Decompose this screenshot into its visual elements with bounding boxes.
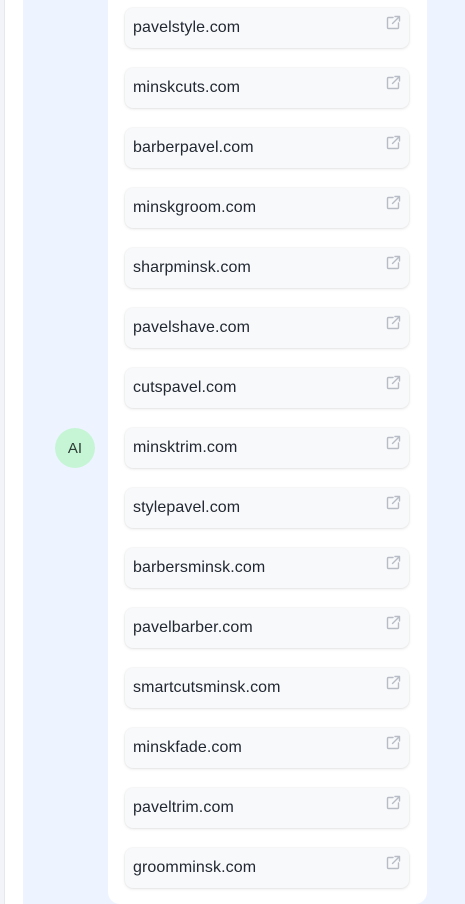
external-link-icon[interactable] bbox=[385, 375, 401, 391]
domain-label: minskfade.com bbox=[133, 739, 242, 756]
domain-link[interactable]: minskgroom.com bbox=[125, 188, 409, 228]
external-link-icon[interactable] bbox=[385, 735, 401, 751]
domain-label: pavelstyle.com bbox=[133, 19, 241, 36]
external-link-icon[interactable] bbox=[385, 795, 401, 811]
external-link-icon[interactable] bbox=[385, 435, 401, 451]
domain-label: groomminsk.com bbox=[133, 859, 257, 876]
assistant-avatar: AI bbox=[55, 428, 95, 468]
domain-label: minsktrim.com bbox=[133, 439, 238, 456]
external-link-icon[interactable] bbox=[385, 315, 401, 331]
domain-link[interactable]: paveltrim.com bbox=[125, 788, 409, 828]
domain-link[interactable]: minskfade.com bbox=[125, 728, 409, 768]
domain-list: pavelstyle.com minskcuts.com barberpavel… bbox=[125, 8, 409, 904]
external-link-icon[interactable] bbox=[385, 495, 401, 511]
external-link-icon[interactable] bbox=[385, 195, 401, 211]
external-link-icon[interactable] bbox=[385, 855, 401, 871]
domain-label: barberpavel.com bbox=[133, 139, 254, 156]
page: AI pavelstyle.com minskcuts.com barberpa… bbox=[0, 0, 465, 904]
domain-label: stylepavel.com bbox=[133, 499, 241, 516]
domain-label: cutspavel.com bbox=[133, 379, 237, 396]
left-rail bbox=[0, 0, 5, 904]
domain-label: pavelshave.com bbox=[133, 319, 251, 336]
external-link-icon[interactable] bbox=[385, 555, 401, 571]
external-link-icon[interactable] bbox=[385, 675, 401, 691]
external-link-icon[interactable] bbox=[385, 255, 401, 271]
domain-label: smartcutsminsk.com bbox=[133, 679, 281, 696]
domain-label: pavelbarber.com bbox=[133, 619, 253, 636]
domain-link[interactable]: barberpavel.com bbox=[125, 128, 409, 168]
domain-link[interactable]: minskcuts.com bbox=[125, 68, 409, 108]
domain-label: barbersminsk.com bbox=[133, 559, 266, 576]
domain-label: sharpminsk.com bbox=[133, 259, 251, 276]
domain-link[interactable]: pavelshave.com bbox=[125, 308, 409, 348]
domain-link[interactable]: pavelstyle.com bbox=[125, 8, 409, 48]
external-link-icon[interactable] bbox=[385, 75, 401, 91]
external-link-icon[interactable] bbox=[385, 135, 401, 151]
domain-link[interactable]: sharpminsk.com bbox=[125, 248, 409, 288]
domain-link[interactable]: cutspavel.com bbox=[125, 368, 409, 408]
domain-link[interactable]: barbersminsk.com bbox=[125, 548, 409, 588]
external-link-icon[interactable] bbox=[385, 15, 401, 31]
domain-label: minskgroom.com bbox=[133, 199, 257, 216]
avatar-label: AI bbox=[67, 439, 83, 457]
domain-link[interactable]: stylepavel.com bbox=[125, 488, 409, 528]
domain-label: minskcuts.com bbox=[133, 79, 241, 96]
domain-link[interactable]: pavelbarber.com bbox=[125, 608, 409, 648]
domain-link[interactable]: minsktrim.com bbox=[125, 428, 409, 468]
domain-link[interactable]: smartcutsminsk.com bbox=[125, 668, 409, 708]
external-link-icon[interactable] bbox=[385, 615, 401, 631]
domain-link[interactable]: groomminsk.com bbox=[125, 848, 409, 888]
domain-label: paveltrim.com bbox=[133, 799, 234, 816]
